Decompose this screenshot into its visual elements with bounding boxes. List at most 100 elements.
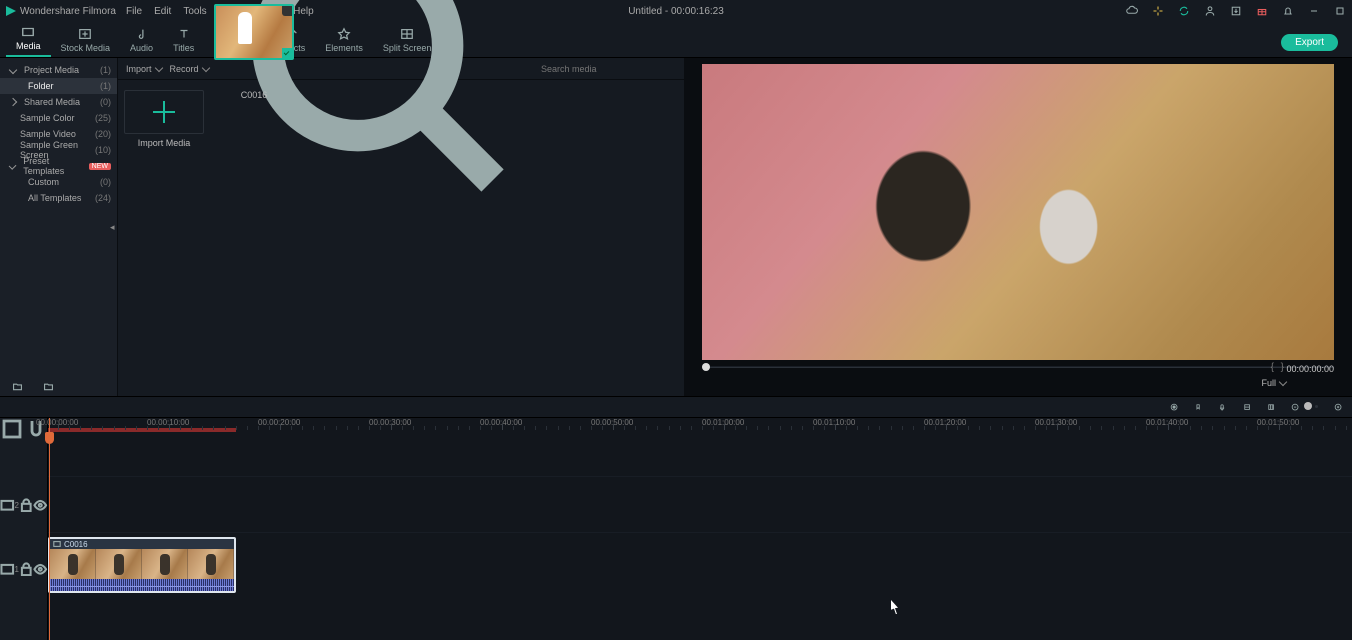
logo-icon <box>6 6 16 16</box>
track-options-icon[interactable] <box>0 418 24 441</box>
clip-name: C0016 <box>64 540 88 549</box>
import-dropdown[interactable]: Import <box>126 64 162 74</box>
tree-preset-templates[interactable]: Preset Templates NEW <box>0 158 117 174</box>
folder-icon[interactable] <box>43 381 54 392</box>
mixer-icon[interactable] <box>1267 403 1275 411</box>
tab-audio-label: Audio <box>130 43 153 53</box>
zoom-in-icon[interactable] <box>1334 403 1342 411</box>
time-ruler[interactable]: 00.00:00:0000.00:10:0000.00:20:0000.00:3… <box>48 418 1352 436</box>
brand-name: Wondershare Filmora <box>20 6 116 17</box>
stock-icon <box>78 27 92 41</box>
download-icon[interactable] <box>1230 5 1242 17</box>
marker-icon[interactable] <box>1194 403 1202 411</box>
playhead[interactable] <box>49 418 50 640</box>
minimize-icon[interactable] <box>1308 5 1320 17</box>
clip-thumb-art <box>238 12 252 44</box>
timeline-clip-c0016[interactable]: C0016 <box>48 537 236 593</box>
tree-project-media[interactable]: Project Media (1) <box>0 62 117 78</box>
tree-sample-color[interactable]: Sample Color (25) <box>0 110 117 126</box>
media-browser: Import Record Import Media <box>118 58 684 396</box>
zoom-knob[interactable] <box>1304 402 1312 410</box>
tab-titles[interactable]: Titles <box>163 24 204 57</box>
in-use-check-icon <box>282 48 292 58</box>
tracks-area[interactable]: C0016 <box>48 436 1352 640</box>
tree-label: Sample Color <box>20 113 75 123</box>
tree-label: Project Media <box>24 65 79 75</box>
clip-header: C0016 <box>50 539 234 549</box>
quality-dropdown[interactable]: Full <box>1261 378 1286 388</box>
tree-all-templates[interactable]: All Templates (24) <box>0 190 117 206</box>
tree-label: Custom <box>28 177 59 187</box>
titles-icon <box>177 27 191 41</box>
eye-icon[interactable] <box>33 562 48 577</box>
tl-tools-right <box>1170 403 1342 411</box>
tab-audio[interactable]: Audio <box>120 24 163 57</box>
media-grid: Import Media C0016 <box>118 80 684 396</box>
tree-custom[interactable]: Custom (0) <box>0 174 117 190</box>
tree-label: Shared Media <box>24 97 80 107</box>
cloud-icon[interactable] <box>1126 5 1138 17</box>
tree-footer <box>0 381 54 392</box>
lock-icon[interactable] <box>19 498 34 513</box>
menu-tools[interactable]: Tools <box>183 6 206 17</box>
export-button[interactable]: Export <box>1281 34 1338 51</box>
preview-panel: { } 00:00:00:00 Full <box>684 58 1352 396</box>
tree-count: (24) <box>95 193 111 203</box>
video-track-2[interactable] <box>48 476 1352 506</box>
gift-icon[interactable] <box>1256 5 1268 17</box>
media-icon <box>21 25 35 39</box>
app-logo: Wondershare Filmora <box>6 6 116 17</box>
import-thumb[interactable] <box>124 90 204 134</box>
chevron-down-icon <box>9 162 17 170</box>
tab-media[interactable]: Media <box>6 22 51 57</box>
menu-file[interactable]: File <box>126 6 142 17</box>
tree-shared-media[interactable]: Shared Media (0) <box>0 94 117 110</box>
record-dropdown[interactable]: Record <box>170 64 209 74</box>
import-tile[interactable]: Import Media <box>124 90 204 148</box>
tree-label: Sample Video <box>20 129 76 139</box>
lock-icon[interactable] <box>19 562 34 577</box>
ruler-active-region <box>48 428 236 432</box>
preview-stage[interactable] <box>702 64 1334 360</box>
media-tree: Project Media (1) Folder (1) Shared Medi… <box>0 58 118 396</box>
clip-thumbnails <box>50 549 234 579</box>
media-tile-c0016[interactable]: C0016 <box>214 90 294 100</box>
zoom-out-icon[interactable] <box>1291 403 1299 411</box>
new-badge: NEW <box>89 163 111 170</box>
scrub-knob[interactable] <box>702 363 710 371</box>
render-icon[interactable] <box>1243 403 1251 411</box>
voiceover-icon[interactable] <box>1218 403 1226 411</box>
module-tabs: Media Stock Media Audio Titles Transitio… <box>0 22 1352 58</box>
title-bar: Wondershare Filmora File Edit Tools View… <box>0 0 1352 22</box>
tab-stock-media[interactable]: Stock Media <box>51 24 121 57</box>
track-head-1: 1 <box>0 562 48 576</box>
title-actions <box>1126 5 1346 17</box>
track-header-column: 2 1 <box>0 418 48 640</box>
record-icon[interactable] <box>1170 403 1178 411</box>
video-track-1[interactable]: C0016 <box>48 532 1352 602</box>
search-input[interactable] <box>541 64 658 74</box>
new-folder-icon[interactable] <box>12 381 23 392</box>
zoom-slider[interactable] <box>1315 405 1318 408</box>
tree-folder[interactable]: Folder (1) <box>0 78 117 94</box>
chevron-right-icon <box>9 98 17 106</box>
add-marker-icon[interactable] <box>282 6 292 16</box>
eye-icon[interactable] <box>33 498 48 513</box>
tree-collapse-handle[interactable]: ◂ <box>110 222 118 232</box>
restore-icon[interactable] <box>1334 5 1346 17</box>
preview-frame <box>702 64 1334 360</box>
tree-count: (1) <box>100 81 111 91</box>
bell-icon[interactable] <box>1282 5 1294 17</box>
user-icon[interactable] <box>1204 5 1216 17</box>
tree-count: (0) <box>100 177 111 187</box>
tree-label: Preset Templates <box>23 156 81 176</box>
tree-count: (20) <box>95 129 111 139</box>
tab-stock-label: Stock Media <box>61 43 111 53</box>
menu-edit[interactable]: Edit <box>154 6 171 17</box>
preview-scrubber[interactable]: { } <box>702 362 1334 372</box>
clip-thumb[interactable] <box>214 4 294 60</box>
tree-count: (25) <box>95 113 111 123</box>
refresh-icon[interactable] <box>1178 5 1190 17</box>
scrub-track <box>702 366 1334 368</box>
sparkle-icon[interactable] <box>1152 5 1164 17</box>
